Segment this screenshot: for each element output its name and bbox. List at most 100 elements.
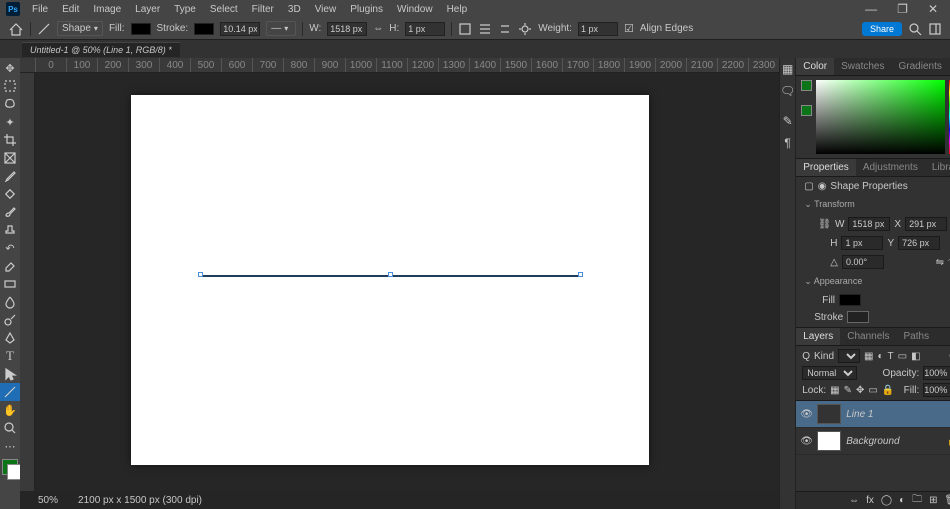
window-close-icon[interactable]: ✕ <box>922 0 944 18</box>
tab-gradients[interactable]: Gradients <box>892 58 949 75</box>
menu-window[interactable]: Window <box>391 2 439 17</box>
path-select-tool[interactable] <box>0 365 20 383</box>
mask-icon[interactable]: ◯ <box>881 495 892 506</box>
crop-tool[interactable] <box>0 131 20 149</box>
layer-name[interactable]: Background <box>846 436 899 447</box>
filter-pixel-icon[interactable]: ▦ <box>864 351 873 362</box>
tab-libraries[interactable]: Libraries <box>925 159 950 176</box>
type-tool[interactable]: T <box>0 347 20 365</box>
history-brush-tool[interactable]: ↶ <box>0 239 20 257</box>
fg-swatch[interactable] <box>801 80 812 91</box>
hand-tool[interactable]: ✋ <box>0 401 20 419</box>
stroke-width-input[interactable] <box>220 22 260 36</box>
pen-tool[interactable] <box>0 329 20 347</box>
window-restore-icon[interactable]: ❐ <box>891 0 914 18</box>
kind-select[interactable] <box>838 349 860 363</box>
menu-file[interactable]: File <box>26 2 54 17</box>
menu-select[interactable]: Select <box>204 2 244 17</box>
search-icon[interactable] <box>908 22 922 36</box>
menu-layer[interactable]: Layer <box>129 2 166 17</box>
lock-all-icon[interactable]: 🔒 <box>882 385 894 396</box>
shape-tool[interactable] <box>0 383 20 401</box>
filter-adj-icon[interactable]: ◐ <box>877 351 883 362</box>
zoom-level[interactable]: 50% <box>38 495 58 506</box>
menu-filter[interactable]: Filter <box>246 2 280 17</box>
heal-tool[interactable] <box>0 185 20 203</box>
menu-image[interactable]: Image <box>87 2 127 17</box>
lock-nest-icon[interactable]: ▭ <box>868 385 877 396</box>
marquee-tool[interactable] <box>0 77 20 95</box>
stroke-swatch[interactable] <box>194 23 214 35</box>
stroke-swatch2[interactable] <box>847 311 869 323</box>
stroke-style-select[interactable]: — <box>266 21 296 36</box>
appearance-fold[interactable]: Appearance <box>804 274 950 289</box>
tab-color[interactable]: Color <box>796 58 834 75</box>
prop-w-input[interactable] <box>848 217 890 231</box>
menu-type[interactable]: Type <box>168 2 202 17</box>
frame-tool[interactable] <box>0 149 20 167</box>
menu-help[interactable]: Help <box>441 2 474 17</box>
color-field[interactable] <box>816 80 945 154</box>
bg-swatch[interactable] <box>801 105 812 116</box>
flip-h-icon[interactable]: ⇋ <box>936 257 944 268</box>
layer-thumb[interactable] <box>817 404 841 424</box>
gradient-tool[interactable] <box>0 275 20 293</box>
edit-toolbar[interactable]: ⋯ <box>0 437 20 455</box>
eraser-tool[interactable] <box>0 257 20 275</box>
layer-thumb[interactable] <box>817 431 841 451</box>
opacity-input[interactable] <box>923 366 950 380</box>
arrange-icon[interactable] <box>498 22 512 36</box>
link-icon[interactable]: ⛓ <box>818 219 831 230</box>
align-edges-check[interactable]: Align Edges <box>640 23 693 34</box>
trash-icon[interactable]: 🗑 <box>945 495 950 506</box>
transform-fold[interactable]: Transform <box>804 197 950 212</box>
dodge-tool[interactable] <box>0 311 20 329</box>
fill-swatch[interactable] <box>131 23 151 35</box>
link-layers-icon[interactable]: ⇔ <box>849 495 859 506</box>
group-icon[interactable]: 🗀 <box>912 492 922 509</box>
filter-shape-icon[interactable]: ▭ <box>898 351 907 362</box>
tab-channels[interactable]: Channels <box>840 328 896 345</box>
height-input[interactable] <box>405 22 445 36</box>
new-layer-icon[interactable]: ⊞ <box>929 495 937 506</box>
tab-properties[interactable]: Properties <box>796 159 856 176</box>
foreground-background-swatch[interactable] <box>2 459 18 475</box>
window-minimize-icon[interactable]: — <box>859 0 883 18</box>
document-tab[interactable]: Untitled-1 @ 50% (Line 1, RGB/8) * <box>22 42 180 57</box>
brush-tool[interactable] <box>0 203 20 221</box>
lock-trans-icon[interactable]: ▦ <box>830 385 839 396</box>
weight-input[interactable] <box>578 22 618 36</box>
prop-angle-input[interactable] <box>842 255 884 269</box>
workspace-icon[interactable] <box>928 22 942 36</box>
prop-y-input[interactable] <box>898 236 940 250</box>
wand-tool[interactable]: ✦ <box>0 113 20 131</box>
visibility-icon[interactable]: 👁 <box>800 409 812 420</box>
prop-x-input[interactable] <box>905 217 947 231</box>
blur-tool[interactable] <box>0 293 20 311</box>
menu-view[interactable]: View <box>309 2 343 17</box>
menu-edit[interactable]: Edit <box>56 2 85 17</box>
share-button[interactable]: Share <box>862 22 902 36</box>
path-ops-icon[interactable] <box>458 22 472 36</box>
handle-right[interactable] <box>578 272 583 277</box>
fx-icon[interactable]: fx <box>866 495 874 506</box>
lock-pos-icon[interactable]: ✥ <box>856 385 864 396</box>
menu-plugins[interactable]: Plugins <box>344 2 389 17</box>
width-input[interactable] <box>327 22 367 36</box>
move-tool[interactable]: ✥ <box>0 59 20 77</box>
stamp-tool[interactable] <box>0 221 20 239</box>
tab-adjustments[interactable]: Adjustments <box>856 159 925 176</box>
layer-row[interactable]: 👁 Line 1 <box>796 401 950 428</box>
prop-h-input[interactable] <box>841 236 883 250</box>
lasso-tool[interactable] <box>0 95 20 113</box>
filter-smart-icon[interactable]: ◧ <box>911 351 920 362</box>
dock-icon-3[interactable]: ✎ <box>783 114 793 128</box>
dock-icon-4[interactable]: ¶ <box>784 136 790 150</box>
home-icon[interactable] <box>8 22 24 36</box>
dock-icon-2[interactable]: 🗨 <box>780 84 795 98</box>
visibility-icon[interactable]: 👁 <box>800 436 812 447</box>
shape-mode-select[interactable]: Shape <box>57 21 103 36</box>
line-tool-icon[interactable] <box>37 22 51 36</box>
tab-swatches[interactable]: Swatches <box>834 58 891 75</box>
zoom-tool[interactable] <box>0 419 20 437</box>
